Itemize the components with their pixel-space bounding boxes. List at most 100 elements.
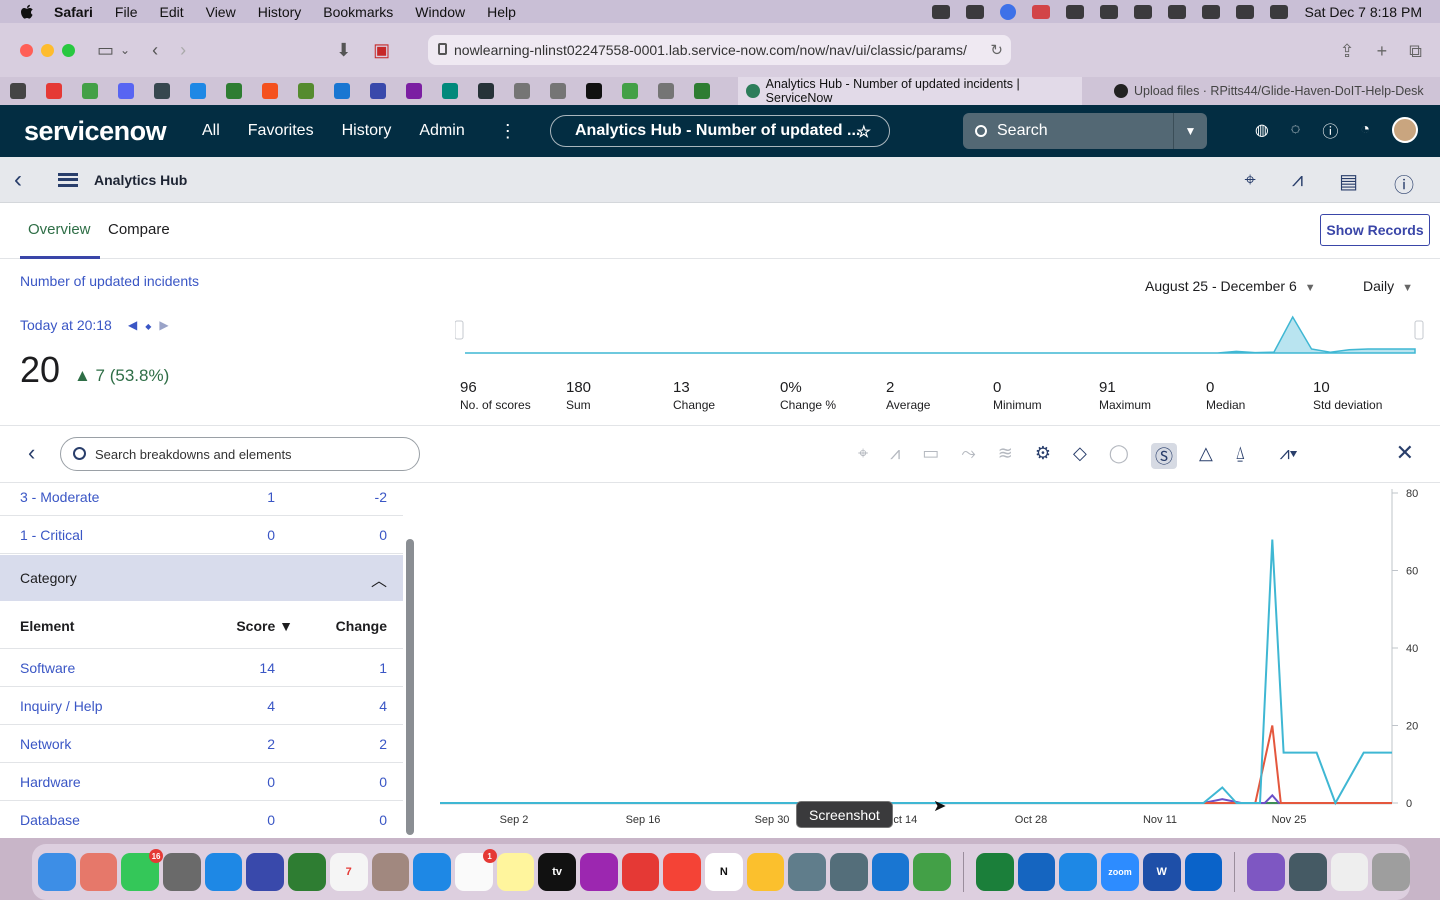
- bookmark-aws-icon[interactable]: [586, 83, 602, 99]
- more-menu-icon[interactable]: ⋮: [499, 121, 517, 142]
- address-bar[interactable]: nowlearning-nlinst02247558-0001.lab.serv…: [428, 35, 1011, 65]
- screenshot-tool-icon[interactable]: [932, 4, 951, 19]
- back-arrow-icon[interactable]: ‹: [28, 440, 35, 466]
- table-row[interactable]: 1 - Critical 0 0: [0, 516, 403, 554]
- current-score-dot-icon[interactable]: ◆: [145, 322, 159, 331]
- range-handle-left[interactable]: [455, 320, 464, 340]
- app-store-icon[interactable]: [204, 853, 243, 891]
- menu-app-safari[interactable]: Safari: [54, 4, 93, 20]
- help-icon[interactable]: ⓘ: [1322, 118, 1338, 142]
- reminders-icon[interactable]: 1: [454, 849, 497, 891]
- bookmark-wikipedia-icon[interactable]: [10, 83, 26, 99]
- display-icon[interactable]: [1134, 4, 1153, 19]
- news-icon[interactable]: [621, 853, 660, 891]
- row-change[interactable]: 0: [379, 812, 387, 828]
- reload-icon[interactable]: ↻: [990, 41, 1003, 59]
- bookmark-k-icon[interactable]: [514, 83, 530, 99]
- servicenow-logo[interactable]: servicenow: [24, 116, 174, 147]
- row-score[interactable]: 0: [267, 527, 275, 543]
- bookmark-flag-icon[interactable]: [622, 83, 638, 99]
- linear-icon[interactable]: [246, 853, 285, 891]
- table-row[interactable]: Software 14 1: [0, 649, 403, 687]
- back-arrow-icon[interactable]: ‹: [152, 40, 158, 61]
- notion-icon[interactable]: N: [705, 853, 743, 891]
- row-change[interactable]: -2: [375, 489, 387, 505]
- notes-icon[interactable]: [496, 853, 535, 891]
- zoom-icon[interactable]: [1000, 3, 1017, 20]
- column-score[interactable]: Score ▼: [236, 618, 293, 634]
- safari-icon[interactable]: [1059, 853, 1098, 891]
- column-change[interactable]: Change: [336, 618, 387, 634]
- bookmark-servicenow-2-icon[interactable]: [226, 83, 242, 99]
- zoom-window-button[interactable]: [62, 43, 75, 57]
- date-range-dropdown[interactable]: August 25 - December 6 ▼: [1145, 278, 1316, 294]
- page-title-pill[interactable]: Analytics Hub - Number of updated ... ☆: [550, 115, 890, 147]
- facetime-icon[interactable]: [288, 853, 326, 891]
- bookmark-servicenow-icon[interactable]: [154, 83, 170, 99]
- tag-icon[interactable]: ◇: [1073, 443, 1087, 469]
- category-section-header[interactable]: Category ︿: [0, 555, 403, 601]
- stack-thumbnail-icon[interactable]: [1288, 853, 1327, 891]
- wifi-icon[interactable]: [1202, 4, 1221, 19]
- tab-analytics-hub[interactable]: Analytics Hub - Number of updated incide…: [738, 77, 1082, 105]
- spotlight-search-icon[interactable]: [1236, 4, 1255, 19]
- launchpad-icon[interactable]: [79, 853, 118, 891]
- delta-percent-icon[interactable]: ⍙: [1235, 443, 1246, 469]
- bookmark-chatgpt-icon[interactable]: [442, 83, 458, 99]
- bookmark-discord-icon[interactable]: [118, 83, 134, 99]
- show-records-button[interactable]: Show Records: [1320, 214, 1430, 246]
- range-handle-right[interactable]: [1414, 320, 1424, 340]
- row-element[interactable]: Software: [20, 660, 75, 676]
- bookmark-gmail-icon[interactable]: [46, 83, 62, 99]
- trend-icon[interactable]: ⩘: [890, 443, 900, 469]
- row-score[interactable]: 0: [267, 774, 275, 790]
- battery-icon[interactable]: [1168, 4, 1187, 19]
- row-element[interactable]: Hardware: [20, 774, 81, 790]
- back-arrow-icon[interactable]: ‹: [14, 166, 38, 194]
- tab-github-upload[interactable]: Upload files · RPitts44/Glide-Haven-DoIT…: [1106, 77, 1440, 105]
- extension-shield-icon[interactable]: ▣: [373, 40, 390, 61]
- tab-overview[interactable]: Overview: [20, 221, 100, 259]
- podcasts-icon[interactable]: [579, 853, 618, 891]
- bookmark-u-icon[interactable]: [406, 83, 422, 99]
- row-element[interactable]: 3 - Moderate: [20, 489, 99, 505]
- menu-view[interactable]: View: [206, 4, 236, 20]
- nav-admin[interactable]: Admin: [419, 122, 464, 140]
- outlook-icon[interactable]: [1017, 853, 1056, 891]
- music-icon[interactable]: [663, 853, 701, 891]
- target-icon[interactable]: ⌖: [1245, 169, 1256, 198]
- mcafee-icon[interactable]: [1032, 4, 1051, 19]
- nav-all[interactable]: All: [202, 122, 220, 140]
- menu-window[interactable]: Window: [415, 4, 465, 20]
- excel-icon[interactable]: [976, 853, 1014, 891]
- apple-logo-icon[interactable]: [20, 4, 34, 20]
- row-element[interactable]: 1 - Critical: [20, 527, 83, 543]
- nav-favorites[interactable]: Favorites: [248, 122, 314, 140]
- control-center-icon[interactable]: [1270, 4, 1289, 19]
- info-icon[interactable]: ⓘ: [1394, 169, 1414, 198]
- pencil-app-icon[interactable]: [163, 853, 201, 891]
- score-dollar-icon[interactable]: Ⓢ: [1150, 443, 1177, 469]
- row-score[interactable]: 0: [267, 812, 275, 828]
- user-avatar[interactable]: [1392, 117, 1418, 143]
- bookmark-sheets-icon[interactable]: [82, 83, 98, 99]
- menubar-clock[interactable]: Sat Dec 7 8:18 PM: [1304, 4, 1422, 20]
- table-row[interactable]: Network 2 2: [0, 725, 403, 763]
- apple-tv-icon[interactable]: tv: [538, 853, 576, 891]
- target-icon[interactable]: ⌖: [858, 443, 868, 469]
- nav-history[interactable]: History: [342, 122, 392, 140]
- table-row[interactable]: Database 0 0: [0, 801, 403, 838]
- bookmark-feed-icon[interactable]: [298, 83, 314, 99]
- breakdown-search-input[interactable]: Search breakdowns and elements: [60, 437, 420, 471]
- global-search[interactable]: Search ▼: [963, 113, 1207, 149]
- screenshot-app-icon[interactable]: [830, 853, 868, 891]
- cloud-icon[interactable]: [1066, 4, 1085, 19]
- system-settings-icon[interactable]: [788, 853, 827, 891]
- column-element[interactable]: Element: [20, 618, 74, 634]
- row-change[interactable]: 4: [379, 698, 387, 714]
- image-thumbnail-icon[interactable]: [1247, 853, 1285, 891]
- share-icon[interactable]: ⇪: [1340, 41, 1355, 62]
- chat-icon[interactable]: ◌: [1291, 121, 1301, 139]
- series-line-purple[interactable]: [440, 793, 1392, 804]
- word-icon[interactable]: W: [1142, 853, 1181, 891]
